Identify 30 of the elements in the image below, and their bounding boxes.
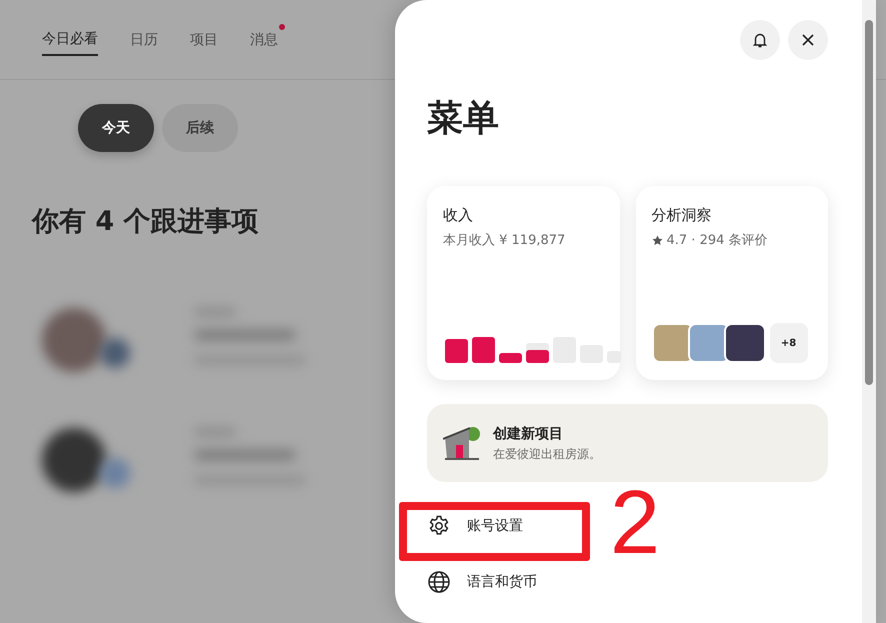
bell-icon — [752, 32, 768, 48]
page-heading: 你有 4 个跟进事项 — [32, 205, 259, 239]
close-button[interactable] — [788, 20, 828, 60]
menu-title: 菜单 — [427, 97, 500, 141]
insights-card[interactable]: 分析洞察 4.7 · 294 条评价 +8 — [636, 186, 828, 380]
card-title: 分析洞察 — [652, 205, 712, 226]
card-title: 收入 — [443, 205, 474, 226]
nav-tab[interactable]: 今日必看 — [42, 23, 98, 56]
star-icon — [652, 234, 662, 246]
globe-icon — [427, 570, 451, 594]
filter-pill[interactable]: 后续 — [162, 104, 238, 152]
close-icon — [801, 33, 815, 47]
revenue-summary: 本月收入 ¥ 119,877 — [443, 232, 566, 250]
promo-subtitle: 在爱彼迎出租房源。 — [493, 446, 601, 462]
promo-title: 创建新项目 — [493, 424, 564, 444]
menu-item[interactable]: 语言和货币 — [427, 554, 543, 610]
notifications-button[interactable] — [740, 20, 780, 60]
house-icon — [443, 425, 483, 461]
filter-pill[interactable]: 今天 — [78, 104, 154, 152]
nav-tab[interactable]: 项目 — [190, 24, 218, 55]
more-photos-count: +8 — [770, 323, 808, 363]
nav-tab[interactable]: 日历 — [130, 24, 158, 55]
create-listing-card[interactable]: 创建新项目 在爱彼迎出租房源。 — [427, 404, 828, 482]
menu-item[interactable]: 账号设置 — [427, 498, 529, 554]
rating-text: 4.7 · 294 条评价 — [666, 232, 768, 250]
notification-dot — [279, 24, 285, 30]
scrollbar[interactable] — [862, 0, 876, 623]
nav-tab[interactable]: 消息 — [250, 24, 278, 55]
revenue-card[interactable]: 收入 本月收入 ¥ 119,877 — [427, 186, 620, 380]
photo-placeholder — [724, 323, 766, 363]
